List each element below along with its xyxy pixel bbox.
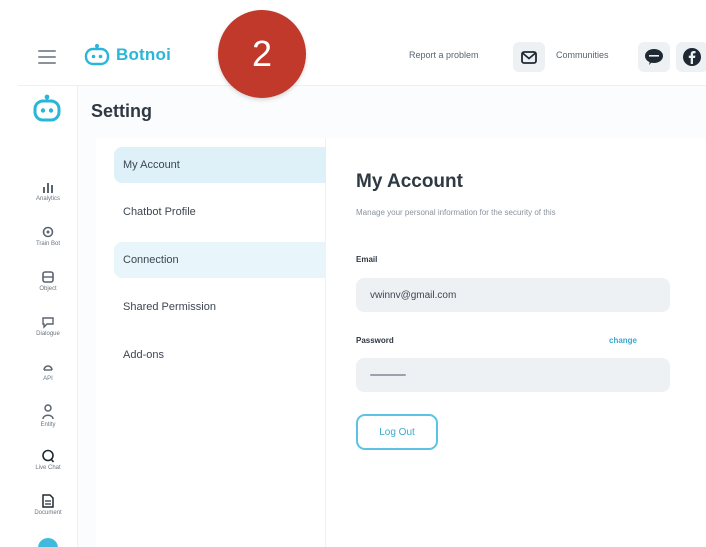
brand-name: Botnoi bbox=[116, 45, 172, 64]
menu-item-shared-permission[interactable]: Shared Permission bbox=[114, 289, 326, 325]
settings-menu: My Account Chatbot Profile Connection Sh… bbox=[96, 138, 326, 547]
dialogue-icon bbox=[42, 317, 54, 329]
account-panel: My Account Manage your personal informat… bbox=[326, 138, 706, 547]
menu-icon[interactable] bbox=[38, 50, 56, 64]
rail-item-dialogue[interactable]: Dialogue bbox=[18, 315, 78, 337]
rail-item-label: Document bbox=[34, 510, 62, 516]
mail-button[interactable] bbox=[513, 42, 545, 72]
rail-item-label: API bbox=[43, 376, 53, 382]
rail-item-label: Entity bbox=[40, 422, 56, 428]
botnoi-bot-icon[interactable] bbox=[32, 94, 62, 124]
page-title: Setting bbox=[91, 101, 152, 121]
menu-item-add-ons[interactable]: Add-ons bbox=[114, 337, 326, 373]
object-icon bbox=[42, 271, 54, 283]
document-icon bbox=[42, 494, 54, 508]
communities-link[interactable]: Communities bbox=[556, 50, 609, 60]
step-number: 2 bbox=[251, 33, 273, 74]
entity-icon bbox=[42, 404, 54, 420]
menu-item-connection[interactable]: Connection bbox=[114, 242, 326, 278]
section-title: My Account bbox=[356, 171, 463, 192]
live-chat-icon bbox=[42, 449, 55, 463]
rail-item-label: Dialogue bbox=[36, 331, 60, 337]
rail-item-document[interactable]: Document bbox=[18, 494, 78, 516]
rail-item-entity[interactable]: Entity bbox=[18, 404, 78, 428]
rail-item-train-bot[interactable]: Train Bot bbox=[18, 225, 78, 247]
rail-item-label: Live Chat bbox=[35, 465, 61, 471]
rail-item-label: Train Bot bbox=[35, 241, 61, 247]
rail-item-label: Object bbox=[39, 286, 57, 292]
step-number-badge: 2 bbox=[218, 10, 306, 98]
rail-item-object[interactable]: Object bbox=[18, 270, 78, 292]
email-value: vwinnv@gmail.com bbox=[370, 289, 457, 301]
mail-icon bbox=[521, 50, 537, 64]
rail-item-api[interactable]: API bbox=[18, 360, 78, 382]
log-out-button[interactable]: Log Out bbox=[356, 414, 438, 450]
line-icon bbox=[645, 49, 663, 65]
section-subtitle: Manage your personal information for the… bbox=[356, 208, 556, 217]
brand[interactable]: Botnoi bbox=[84, 44, 171, 66]
icon-sidebar: Analytics Train Bot Object Dialogue API … bbox=[18, 86, 78, 547]
email-field[interactable]: vwinnv@gmail.com bbox=[356, 278, 670, 312]
line-button[interactable] bbox=[638, 42, 670, 72]
train-bot-icon bbox=[42, 226, 54, 238]
top-bar: Botnoi Report a problem Communities bbox=[18, 28, 706, 86]
rail-item-live-chat[interactable]: Live Chat bbox=[18, 449, 78, 471]
botnoi-logo-icon bbox=[84, 44, 110, 66]
rail-item-analytics[interactable]: Analytics bbox=[18, 180, 78, 202]
report-problem-link[interactable]: Report a problem bbox=[409, 50, 479, 60]
analytics-icon bbox=[43, 183, 53, 193]
email-label: Email bbox=[356, 255, 378, 264]
api-icon bbox=[43, 365, 53, 371]
settings-rail-icon[interactable] bbox=[38, 538, 58, 547]
facebook-button[interactable] bbox=[676, 42, 706, 72]
menu-item-chatbot-profile[interactable]: Chatbot Profile bbox=[114, 194, 326, 230]
rail-item-label: Analytics bbox=[35, 196, 60, 202]
password-field[interactable] bbox=[356, 358, 670, 392]
password-label: Password bbox=[356, 336, 394, 345]
password-mask bbox=[370, 374, 406, 376]
facebook-icon bbox=[683, 48, 701, 66]
change-password-link[interactable]: change bbox=[609, 336, 637, 345]
menu-item-my-account[interactable]: My Account bbox=[114, 147, 326, 183]
